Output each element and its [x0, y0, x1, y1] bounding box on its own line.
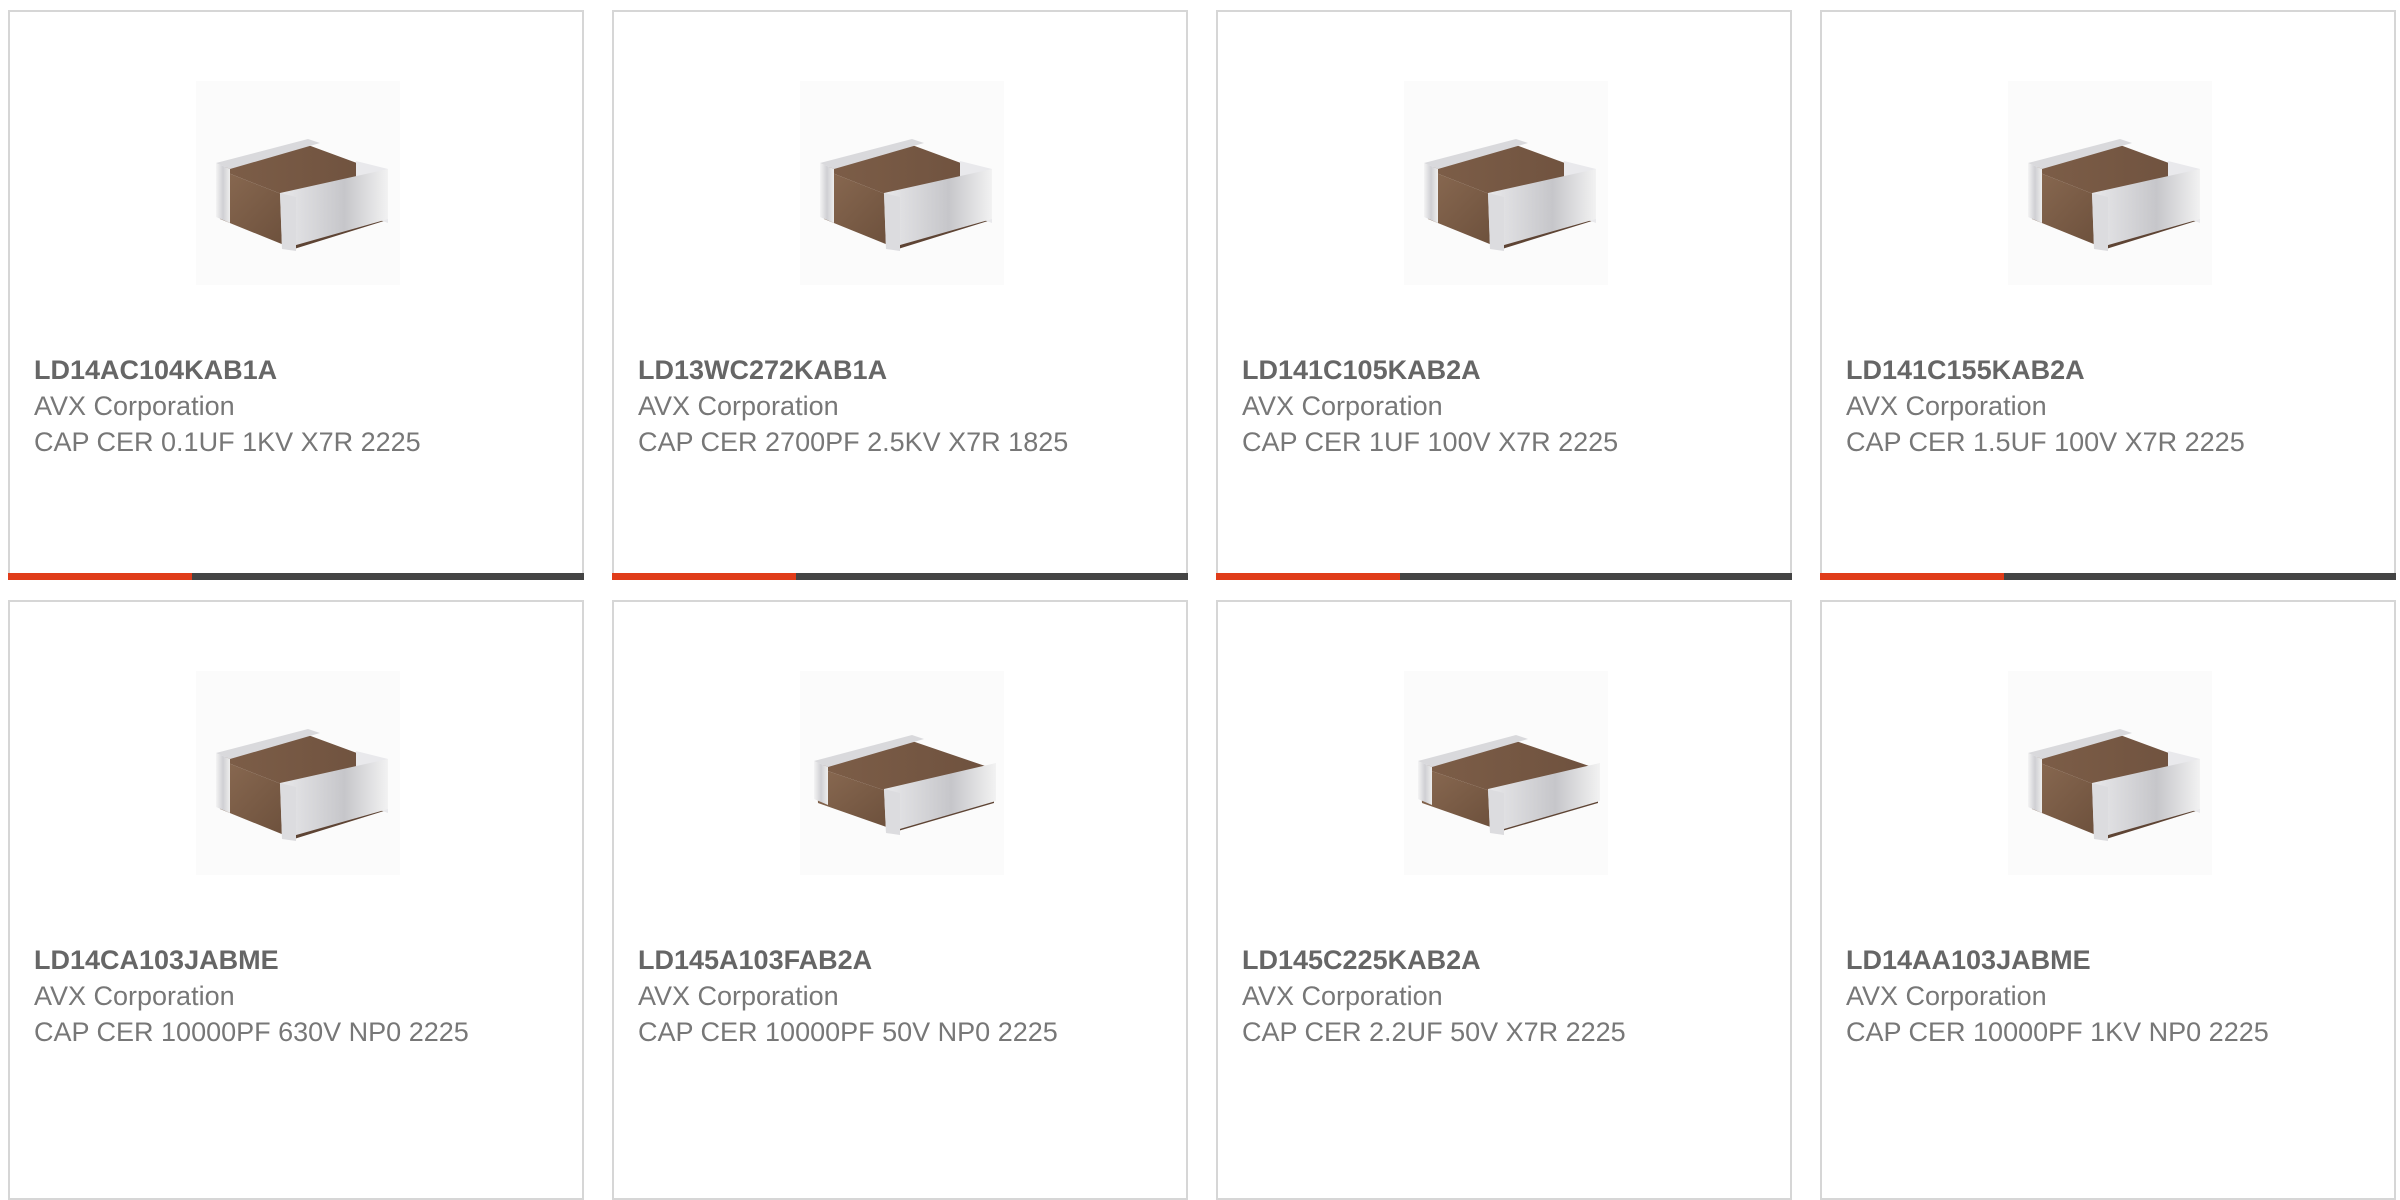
card-bottom-bar	[8, 573, 584, 580]
ceramic-capacitor-chip-image	[800, 671, 1004, 875]
ceramic-capacitor-chip-image	[2008, 671, 2212, 875]
product-card[interactable]: LD145A103FAB2A AVX Corporation CAP CER 1…	[612, 600, 1188, 1200]
product-info: LD14AC104KAB1A AVX Corporation CAP CER 0…	[34, 352, 474, 460]
part-number[interactable]: LD141C105KAB2A	[1242, 352, 1682, 388]
card-bottom-bar	[1216, 573, 1792, 580]
product-info: LD145C225KAB2A AVX Corporation CAP CER 2…	[1242, 942, 1682, 1050]
manufacturer: AVX Corporation	[1846, 981, 2047, 1011]
description: CAP CER 10000PF 1KV NP0 2225	[1846, 1017, 2269, 1047]
product-info: LD14AA103JABME AVX Corporation CAP CER 1…	[1846, 942, 2286, 1050]
product-info: LD141C155KAB2A AVX Corporation CAP CER 1…	[1846, 352, 2286, 460]
product-info: LD13WC272KAB1A AVX Corporation CAP CER 2…	[638, 352, 1078, 460]
manufacturer: AVX Corporation	[1242, 981, 1443, 1011]
description: CAP CER 10000PF 630V NP0 2225	[34, 1017, 469, 1047]
manufacturer: AVX Corporation	[34, 391, 235, 421]
part-number[interactable]: LD145C225KAB2A	[1242, 942, 1682, 978]
manufacturer: AVX Corporation	[1242, 391, 1443, 421]
ceramic-capacitor-chip-image	[2008, 81, 2212, 285]
description: CAP CER 10000PF 50V NP0 2225	[638, 1017, 1058, 1047]
product-card[interactable]: LD141C155KAB2A AVX Corporation CAP CER 1…	[1820, 10, 2396, 580]
part-number[interactable]: LD14AC104KAB1A	[34, 352, 474, 388]
manufacturer: AVX Corporation	[1846, 391, 2047, 421]
description: CAP CER 2700PF 2.5KV X7R 1825	[638, 427, 1069, 457]
product-card[interactable]: LD14AC104KAB1A AVX Corporation CAP CER 0…	[8, 10, 584, 580]
ceramic-capacitor-chip-image	[196, 671, 400, 875]
ceramic-capacitor-chip-image	[1404, 671, 1608, 875]
product-card[interactable]: LD145C225KAB2A AVX Corporation CAP CER 2…	[1216, 600, 1792, 1200]
ceramic-capacitor-chip-image	[1404, 81, 1608, 285]
product-card[interactable]: LD13WC272KAB1A AVX Corporation CAP CER 2…	[612, 10, 1188, 580]
manufacturer: AVX Corporation	[638, 981, 839, 1011]
card-accent-bar	[612, 573, 796, 580]
product-card[interactable]: LD14AA103JABME AVX Corporation CAP CER 1…	[1820, 600, 2396, 1200]
product-info: LD145A103FAB2A AVX Corporation CAP CER 1…	[638, 942, 1078, 1050]
part-number[interactable]: LD141C155KAB2A	[1846, 352, 2286, 388]
product-card[interactable]: LD141C105KAB2A AVX Corporation CAP CER 1…	[1216, 10, 1792, 580]
manufacturer: AVX Corporation	[638, 391, 839, 421]
ceramic-capacitor-chip-image	[800, 81, 1004, 285]
product-info: LD14CA103JABME AVX Corporation CAP CER 1…	[34, 942, 474, 1050]
card-accent-bar	[1216, 573, 1400, 580]
part-number[interactable]: LD145A103FAB2A	[638, 942, 1078, 978]
card-accent-bar	[1820, 573, 2004, 580]
product-info: LD141C105KAB2A AVX Corporation CAP CER 1…	[1242, 352, 1682, 460]
card-accent-bar	[8, 573, 192, 580]
part-number[interactable]: LD13WC272KAB1A	[638, 352, 1078, 388]
description: CAP CER 1.5UF 100V X7R 2225	[1846, 427, 2245, 457]
product-card[interactable]: LD14CA103JABME AVX Corporation CAP CER 1…	[8, 600, 584, 1200]
ceramic-capacitor-chip-image	[196, 81, 400, 285]
card-bottom-bar	[612, 573, 1188, 580]
card-bottom-bar	[1820, 573, 2396, 580]
part-number[interactable]: LD14CA103JABME	[34, 942, 474, 978]
description: CAP CER 2.2UF 50V X7R 2225	[1242, 1017, 1626, 1047]
description: CAP CER 1UF 100V X7R 2225	[1242, 427, 1619, 457]
manufacturer: AVX Corporation	[34, 981, 235, 1011]
description: CAP CER 0.1UF 1KV X7R 2225	[34, 427, 421, 457]
part-number[interactable]: LD14AA103JABME	[1846, 942, 2286, 978]
